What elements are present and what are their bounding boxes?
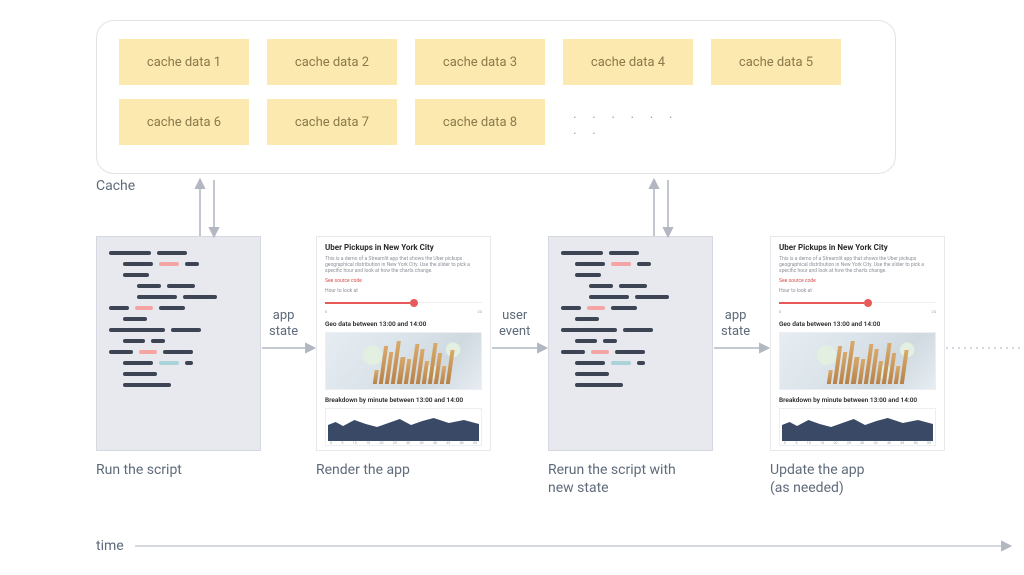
slider-max: 23 xyxy=(932,309,937,314)
cache-cell: cache data 1 xyxy=(119,39,249,85)
node-caption: Run the script xyxy=(96,461,276,479)
app-title: Uber Pickups in New York City xyxy=(325,243,482,252)
cache-cell: cache data 2 xyxy=(267,39,397,85)
app-subtitle: This is a demo of a Streamlit app that s… xyxy=(325,256,482,274)
slider-min: 0 xyxy=(325,309,327,314)
slider-label: Hour to look at xyxy=(779,288,936,294)
arrow-label-app-state-1: app state xyxy=(269,308,298,339)
hour-slider xyxy=(779,302,936,303)
slider-max: 23 xyxy=(478,309,483,314)
node-render-app: Uber Pickups in New York City This is a … xyxy=(316,236,481,451)
app-source-link: See source code xyxy=(325,278,482,284)
cache-cell: cache data 8 xyxy=(415,99,545,145)
cache-cell: cache data 3 xyxy=(415,39,545,85)
breakdown-heading: Breakdown by minute between 13:00 and 14… xyxy=(325,396,482,404)
node-caption: Rerun the script with new state xyxy=(548,461,728,497)
script-card xyxy=(548,236,713,451)
geo-heading: Geo data between 13:00 and 14:00 xyxy=(779,320,936,328)
map-3d-chart xyxy=(779,332,936,390)
arrow-label-user-event: user event xyxy=(499,308,530,339)
node-caption: Render the app xyxy=(316,461,496,479)
hour-slider xyxy=(325,302,482,303)
diagram-stage: cache data 1 cache data 2 cache data 3 c… xyxy=(0,0,1024,575)
script-card xyxy=(96,236,261,451)
slider-min: 0 xyxy=(779,309,781,314)
app-preview-card: Uber Pickups in New York City This is a … xyxy=(316,236,491,451)
node-run-script: Run the script xyxy=(96,236,261,451)
time-axis-label: time xyxy=(96,538,124,554)
flow-row: Run the script Uber Pickups in New York … xyxy=(96,236,1016,506)
arrow-label-app-state-2: app state xyxy=(721,308,750,339)
cache-cell: cache data 7 xyxy=(267,99,397,145)
cache-box: cache data 1 cache data 2 cache data 3 c… xyxy=(96,20,896,174)
breakdown-chart: 0510 152025 303540 455055 xyxy=(325,408,482,446)
cache-label: Cache xyxy=(96,178,135,194)
app-title: Uber Pickups in New York City xyxy=(779,243,936,252)
slider-label: Hour to look at xyxy=(325,288,482,294)
cache-ellipsis: . . . . . . . . xyxy=(563,99,693,145)
cache-cell: cache data 5 xyxy=(711,39,841,85)
map-3d-chart xyxy=(325,332,482,390)
cache-cell: cache data 6 xyxy=(119,99,249,145)
geo-heading: Geo data between 13:00 and 14:00 xyxy=(325,320,482,328)
app-preview-card: Uber Pickups in New York City This is a … xyxy=(770,236,945,451)
map-bars xyxy=(826,339,910,384)
breakdown-ticks: 0510 152025 303540 455055 xyxy=(782,441,933,445)
app-source-link: See source code xyxy=(779,278,936,284)
node-rerun-script: Rerun the script with new state xyxy=(548,236,713,451)
breakdown-chart: 0510 152025 303540 455055 xyxy=(779,408,936,446)
app-subtitle: This is a demo of a Streamlit app that s… xyxy=(779,256,936,274)
breakdown-heading: Breakdown by minute between 13:00 and 14… xyxy=(779,396,936,404)
node-update-app: Uber Pickups in New York City This is a … xyxy=(770,236,935,451)
map-bars xyxy=(372,339,456,384)
breakdown-ticks: 0510 152025 303540 455055 xyxy=(328,441,479,445)
node-caption: Update the app (as needed) xyxy=(770,461,950,497)
cache-cell: cache data 4 xyxy=(563,39,693,85)
